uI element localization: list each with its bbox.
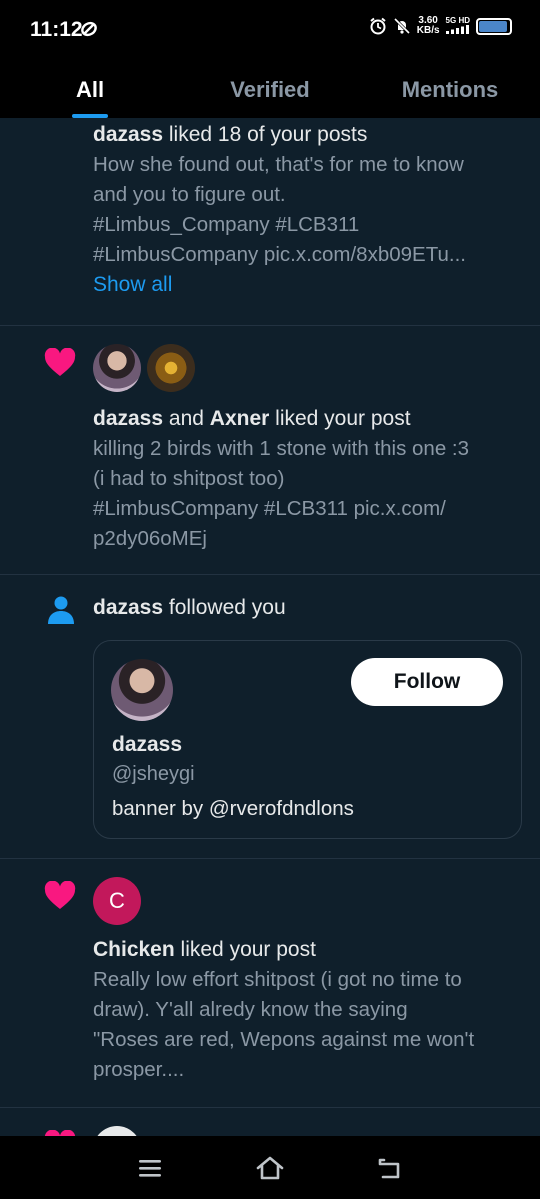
notification-user[interactable]: Chicken	[93, 938, 175, 961]
post-text-line: #Limbus_Company #LCB311	[93, 213, 360, 236]
battery-icon	[476, 17, 512, 35]
notification-user[interactable]: dazass	[93, 407, 163, 430]
network-speed: 3.60 KB/s	[417, 16, 440, 36]
tab-all[interactable]: All	[0, 62, 180, 118]
alarm-icon	[370, 17, 386, 35]
notification-item[interactable]: dazass followed you Follow dazass @jshey…	[0, 575, 540, 859]
notification-action: liked your post	[180, 938, 316, 961]
status-icons: 3.60 KB/s 5G HD	[369, 16, 512, 36]
tab-mentions[interactable]: Mentions	[360, 62, 540, 118]
menu-icon[interactable]	[134, 1152, 166, 1184]
post-text-line: prosper....	[93, 1058, 185, 1081]
notification-headline: dazass and Axner liked your post	[93, 404, 523, 434]
notification-tabs: All Verified Mentions	[0, 62, 540, 118]
notification-item[interactable]: C Chicken liked your post Really low eff…	[0, 859, 540, 1108]
notification-user[interactable]: Axner	[210, 407, 270, 430]
avatar[interactable]: C	[93, 877, 141, 925]
tab-all-label: All	[75, 77, 105, 102]
post-text-line: and you to figure out.	[93, 183, 286, 206]
notification-user[interactable]: dazass	[93, 123, 163, 146]
post-text-line: p2dy06oMEj	[93, 527, 207, 550]
mute-icon	[393, 17, 410, 35]
status-time: 11:12	[30, 18, 83, 41]
heart-icon	[44, 348, 76, 376]
heart-icon	[44, 881, 76, 909]
notification-user[interactable]: dazass	[93, 596, 163, 619]
avatar[interactable]	[111, 659, 173, 721]
signal-icon	[445, 25, 469, 34]
notification-headline: Chicken liked your post	[93, 935, 523, 965]
follow-button[interactable]: Follow	[351, 658, 503, 706]
avatar[interactable]	[147, 344, 195, 392]
post-text-line: #LimbusCompany pic.x.com/8xb09ETu...	[93, 243, 466, 266]
post-text-line: Really low effort shitpost (i got no tim…	[93, 968, 462, 991]
user-card-name[interactable]: dazass	[112, 733, 182, 757]
notification-action: followed you	[168, 596, 286, 619]
user-card[interactable]: Follow dazass @jsheygi banner by @rverof…	[93, 640, 522, 839]
notification-action: liked 18 of your posts	[168, 123, 368, 146]
notification-headline: dazass liked 18 of your posts	[93, 120, 523, 150]
battery-fill	[479, 20, 508, 32]
avatar[interactable]	[93, 1126, 141, 1136]
notification-item[interactable]: dazass liked 18 of your posts How she fo…	[0, 118, 540, 326]
network-speed-unit: KB/s	[416, 25, 440, 36]
notification-feed[interactable]: dazass liked 18 of your posts How she fo…	[0, 118, 540, 1136]
avatar-row	[93, 344, 195, 392]
system-nav-bar	[0, 1136, 540, 1199]
notification-content: dazass liked 18 of your posts How she fo…	[93, 120, 523, 300]
notification-headline: dazass followed you	[93, 593, 286, 623]
person-icon	[48, 596, 74, 624]
user-card-bio: banner by @rverofdndlons	[112, 797, 354, 820]
tab-verified-label: Verified	[230, 77, 310, 102]
network-type: 5G HD	[446, 16, 470, 36]
notification-item[interactable]	[0, 1108, 540, 1136]
home-icon[interactable]	[254, 1152, 286, 1184]
back-icon[interactable]	[374, 1152, 406, 1184]
notification-joiner: and	[168, 407, 204, 430]
notification-content: Chicken liked your post Really low effor…	[93, 935, 523, 1085]
show-all-link[interactable]: Show all	[93, 270, 523, 300]
status-bar: 11:12 3.60 KB/s 5G HD	[0, 0, 540, 62]
notification-content: dazass and Axner liked your post killing…	[93, 404, 523, 554]
data-saver-icon	[81, 21, 97, 37]
tab-mentions-label: Mentions	[401, 77, 499, 102]
network-type-label: 5G HD	[445, 16, 470, 25]
avatar[interactable]	[93, 344, 141, 392]
post-text-line: #LimbusCompany #LCB311 pic.x.com/	[93, 497, 446, 520]
post-text-line: "Roses are red, Wepons against me won't	[93, 1028, 475, 1051]
post-text-line: killing 2 birds with 1 stone with this o…	[93, 437, 470, 460]
tab-verified[interactable]: Verified	[180, 62, 360, 118]
post-text-line: draw). Y'all alredy know the saying	[93, 998, 408, 1021]
post-text-line: (i had to shitpost too)	[93, 467, 285, 490]
notification-item[interactable]: dazass and Axner liked your post killing…	[0, 326, 540, 575]
notification-action: liked your post	[275, 407, 411, 430]
post-text-line: How she found out, that's for me to know	[93, 153, 464, 176]
user-card-handle: @jsheygi	[112, 763, 195, 785]
